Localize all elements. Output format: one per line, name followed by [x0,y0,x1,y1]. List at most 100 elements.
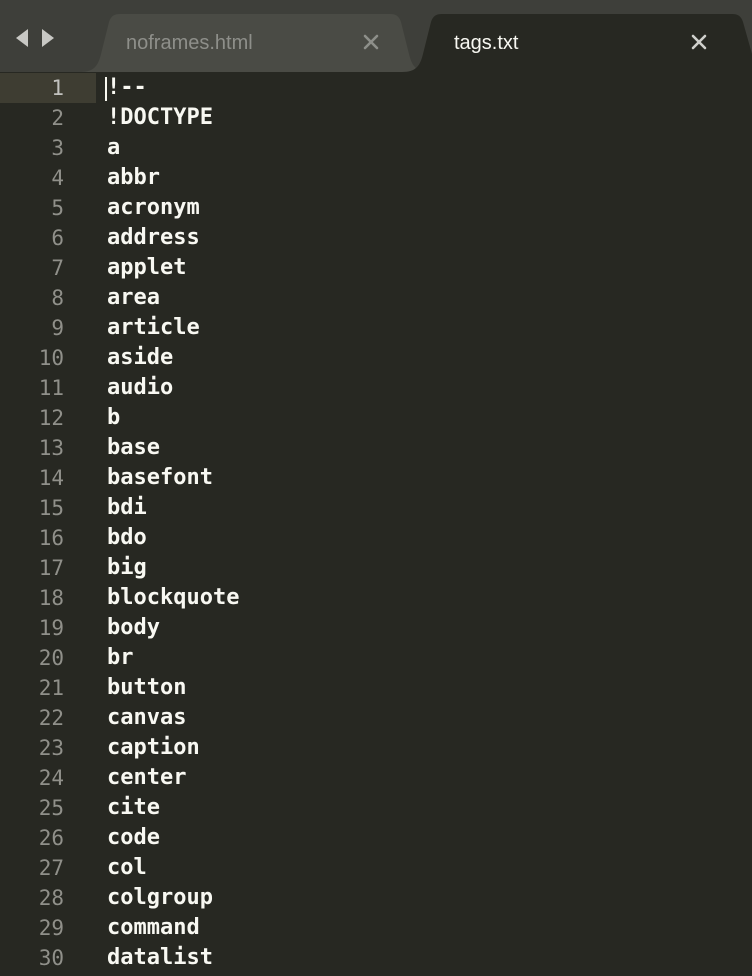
arrow-right-icon[interactable] [36,26,60,50]
line-number: 23 [38,736,64,760]
line-text[interactable]: datalist [107,943,213,973]
editor-line[interactable]: 20 br [0,643,752,673]
line-text[interactable]: basefont [107,463,213,493]
editor-line[interactable]: 10 aside [0,343,752,373]
tab-noframes-html[interactable]: noframes.html [80,14,430,72]
line-text[interactable]: a [107,133,120,163]
line-text[interactable]: big [107,553,147,583]
line-number: 18 [38,586,64,610]
line-number: 17 [38,556,64,580]
close-icon[interactable] [689,32,709,52]
editor-line[interactable]: 24 center [0,763,752,793]
editor-line[interactable]: 7 applet [0,253,752,283]
editor-line[interactable]: 16 bdo [0,523,752,553]
line-text[interactable]: b [107,403,120,433]
line-text[interactable]: bdi [107,493,147,523]
line-number: 22 [38,706,64,730]
line-text[interactable]: article [107,313,200,343]
editor-line[interactable]: 4 abbr [0,163,752,193]
editor-line[interactable]: 29 command [0,913,752,943]
line-text[interactable]: abbr [107,163,160,193]
editor-line[interactable]: 1 !-- [0,73,752,103]
line-text[interactable]: canvas [107,703,186,733]
editor-line[interactable]: 22 canvas [0,703,752,733]
line-number: 3 [51,136,64,160]
line-text[interactable]: center [107,763,186,793]
line-number: 29 [38,916,64,940]
text-editor[interactable]: 1 !-- 2 !DOCTYPE 3 a 4 abbr 5 acronym 6 address 7 app… [0,72,752,976]
line-text[interactable]: !-- [107,73,147,103]
line-text[interactable]: !DOCTYPE [107,103,213,133]
line-number: 21 [38,676,64,700]
editor-line[interactable]: 9 article [0,313,752,343]
editor-line[interactable]: 27 col [0,853,752,883]
tab-tags-txt[interactable]: tags.txt [402,14,752,72]
editor-line[interactable]: 19 body [0,613,752,643]
editor-line[interactable]: 18 blockquote [0,583,752,613]
line-number: 12 [38,406,64,430]
editor-line[interactable]: 21 button [0,673,752,703]
editor-line[interactable]: 5 acronym [0,193,752,223]
tab-bar: noframes.html tags.txt [0,0,752,72]
editor-line[interactable]: 3a [0,133,752,163]
line-number: 2 [51,106,64,130]
line-text[interactable]: blockquote [107,583,239,613]
arrow-left-icon[interactable] [12,26,36,50]
line-number: 27 [38,856,64,880]
line-number: 4 [51,166,64,190]
line-number: 9 [51,316,64,340]
editor-window: noframes.html tags.txt 1 !-- 2 !DOCTYPE … [0,0,752,976]
line-text[interactable]: col [107,853,147,883]
line-text[interactable]: button [107,673,186,703]
line-text[interactable]: body [107,613,160,643]
editor-line[interactable]: 14 basefont [0,463,752,493]
line-text[interactable]: applet [107,253,186,283]
line-text[interactable]: audio [107,373,173,403]
line-text[interactable]: aside [107,343,173,373]
line-number: 10 [38,346,64,370]
editor-line[interactable]: 12 b [0,403,752,433]
line-text[interactable]: address [107,223,200,253]
line-text[interactable]: code [107,823,160,853]
line-text[interactable]: colgroup [107,883,213,913]
line-number: 30 [38,946,64,970]
line-text[interactable]: bdo [107,523,147,553]
line-number: 6 [51,226,64,250]
line-number: 26 [38,826,64,850]
line-number: 8 [51,286,64,310]
editor-line[interactable]: 8 area [0,283,752,313]
line-text[interactable]: br [107,643,134,673]
editor-line[interactable]: 6 address [0,223,752,253]
editor-line[interactable]: 15 bdi [0,493,752,523]
editor-line[interactable]: 23 caption [0,733,752,763]
line-number: 5 [51,196,64,220]
close-icon[interactable] [361,32,381,52]
editor-line[interactable]: 17 big [0,553,752,583]
line-text[interactable]: area [107,283,160,313]
line-number: 11 [38,376,64,400]
line-number: 19 [38,616,64,640]
line-text[interactable]: base [107,433,160,463]
line-number: 20 [38,646,64,670]
line-text[interactable]: cite [107,793,160,823]
editor-line[interactable]: 28 colgroup [0,883,752,913]
line-number: 28 [38,886,64,910]
line-number: 14 [38,466,64,490]
editor-line[interactable]: 11 audio [0,373,752,403]
line-number: 15 [38,496,64,520]
editor-line[interactable]: 13 base [0,433,752,463]
editor-line[interactable]: 30 datalist [0,943,752,973]
line-number: 25 [38,796,64,820]
line-text[interactable]: command [107,913,200,943]
line-text[interactable]: acronym [107,193,200,223]
tab-label: tags.txt [454,32,519,54]
editor-line[interactable]: 26 code [0,823,752,853]
line-number: 13 [38,436,64,460]
line-text[interactable]: caption [107,733,200,763]
line-number: 24 [38,766,64,790]
editor-line[interactable]: 25 cite [0,793,752,823]
editor-line[interactable]: 2 !DOCTYPE [0,103,752,133]
line-number: 7 [51,256,64,280]
tab-label: noframes.html [126,32,253,54]
line-number: 1 [51,76,64,100]
